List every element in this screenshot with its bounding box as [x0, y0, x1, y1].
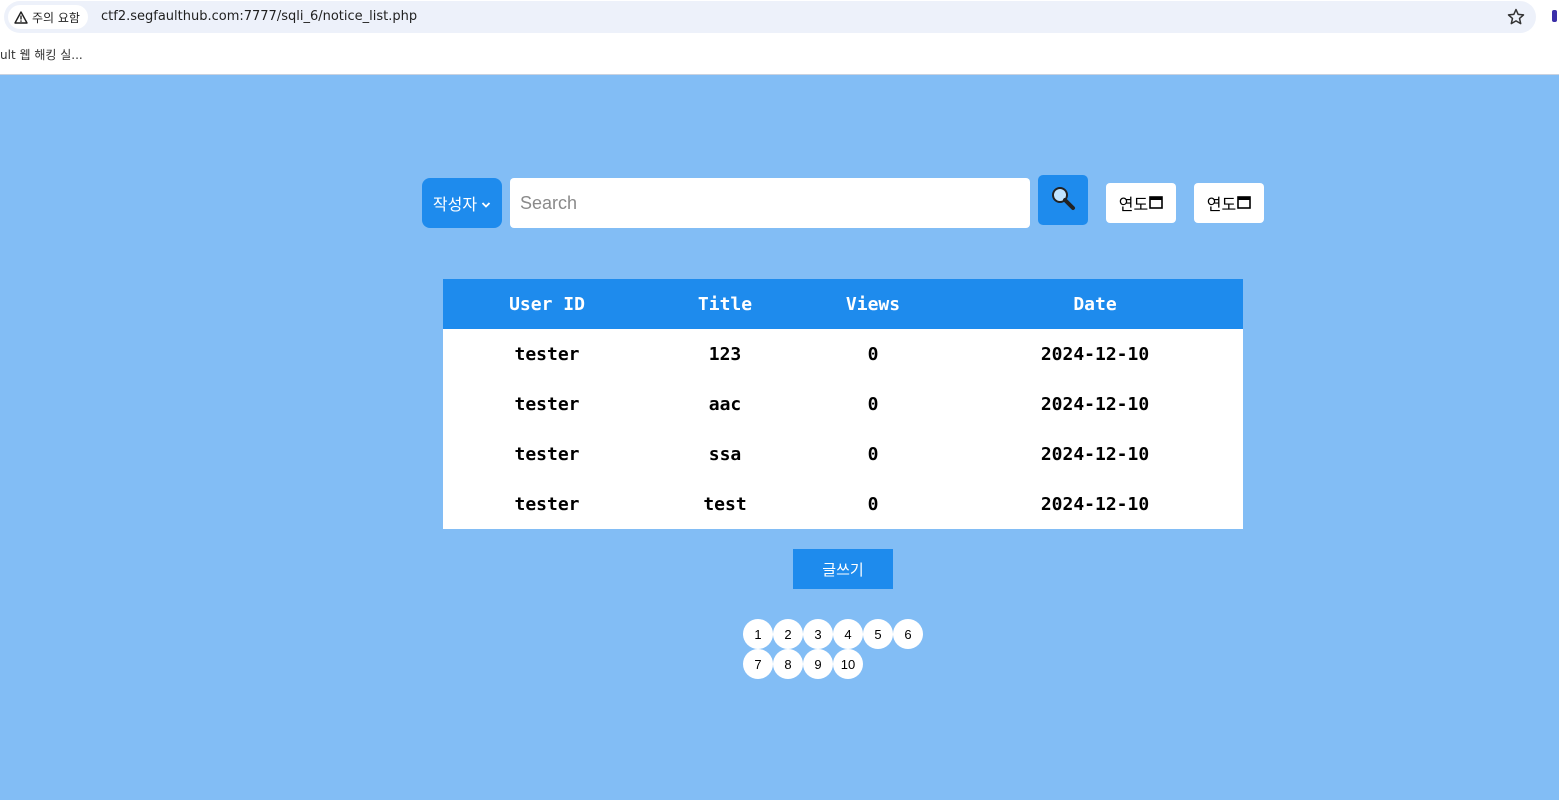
- bookmark-star-icon[interactable]: [1506, 7, 1526, 27]
- cell-date: 2024-12-10: [1040, 443, 1150, 465]
- search-category-select[interactable]: 작성자: [422, 178, 502, 228]
- page-button-1[interactable]: 1: [743, 619, 773, 649]
- page-button-9[interactable]: 9: [803, 649, 833, 679]
- cell-views: 0: [867, 343, 879, 365]
- search-category-label: 작성자: [432, 195, 478, 214]
- pagination: 1 2 3 4 5 6 7 8 9 10: [743, 619, 927, 679]
- column-header-user-id: User ID: [509, 293, 585, 315]
- calendar-icon[interactable]: [1237, 194, 1252, 213]
- cell-user-id: tester: [514, 343, 580, 365]
- column-header-title: Title: [697, 293, 753, 315]
- page-button-10[interactable]: 10: [833, 649, 863, 679]
- cell-views: 0: [867, 393, 879, 415]
- search-input[interactable]: [510, 178, 1030, 228]
- cell-user-id: tester: [514, 393, 580, 415]
- table-row[interactable]: tester aac 0 2024-12-10: [443, 379, 1243, 429]
- url-text[interactable]: ctf2.segfaulthub.com:7777/sqli_6/notice_…: [101, 9, 417, 24]
- write-post-button[interactable]: 글쓰기: [793, 549, 893, 589]
- search-button[interactable]: [1038, 175, 1088, 225]
- date-from-label: 연도: [1118, 195, 1149, 214]
- cell-date: 2024-12-10: [1040, 493, 1150, 515]
- table-header-row: User ID Title Views Date: [443, 279, 1243, 329]
- date-to-input[interactable]: 연도: [1194, 183, 1264, 223]
- warning-icon: [14, 10, 28, 24]
- cell-user-id: tester: [514, 493, 580, 515]
- cell-date: 2024-12-10: [1040, 393, 1150, 415]
- page-button-8[interactable]: 8: [773, 649, 803, 679]
- calendar-icon[interactable]: [1149, 194, 1164, 213]
- cell-title[interactable]: ssa: [651, 429, 799, 479]
- security-label: 주의 요함: [32, 10, 80, 25]
- search-icon: [1050, 185, 1076, 215]
- date-to-label: 연도: [1206, 195, 1237, 214]
- table-row[interactable]: tester 123 0 2024-12-10: [443, 329, 1243, 379]
- extension-icon[interactable]: [1552, 10, 1557, 22]
- browser-chrome: 주의 요함 ctf2.segfaulthub.com:7777/sqli_6/n…: [0, 0, 1559, 75]
- page-button-5[interactable]: 5: [863, 619, 893, 649]
- cell-title[interactable]: test: [651, 479, 799, 529]
- cell-title[interactable]: aac: [651, 379, 799, 429]
- page-button-3[interactable]: 3: [803, 619, 833, 649]
- cell-user-id: tester: [514, 443, 580, 465]
- cell-views: 0: [867, 493, 879, 515]
- table-row[interactable]: tester test 0 2024-12-10: [443, 479, 1243, 529]
- chevron-down-icon: [481, 194, 491, 213]
- notice-table: User ID Title Views Date tester 123 0 20…: [443, 279, 1243, 529]
- page-button-6[interactable]: 6: [893, 619, 923, 649]
- table-row[interactable]: tester ssa 0 2024-12-10: [443, 429, 1243, 479]
- cell-title[interactable]: 123: [651, 329, 799, 379]
- column-header-date: Date: [1073, 293, 1117, 315]
- cell-views: 0: [867, 443, 879, 465]
- date-from-input[interactable]: 연도: [1106, 183, 1176, 223]
- page-button-4[interactable]: 4: [833, 619, 863, 649]
- page-button-2[interactable]: 2: [773, 619, 803, 649]
- cell-date: 2024-12-10: [1040, 343, 1150, 365]
- bookmark-item[interactable]: ult 웹 해킹 실...: [0, 46, 83, 63]
- column-header-views: Views: [845, 293, 901, 315]
- page-button-7[interactable]: 7: [743, 649, 773, 679]
- address-bar[interactable]: 주의 요함 ctf2.segfaulthub.com:7777/sqli_6/n…: [4, 1, 1536, 33]
- security-warning-chip[interactable]: 주의 요함: [8, 5, 88, 29]
